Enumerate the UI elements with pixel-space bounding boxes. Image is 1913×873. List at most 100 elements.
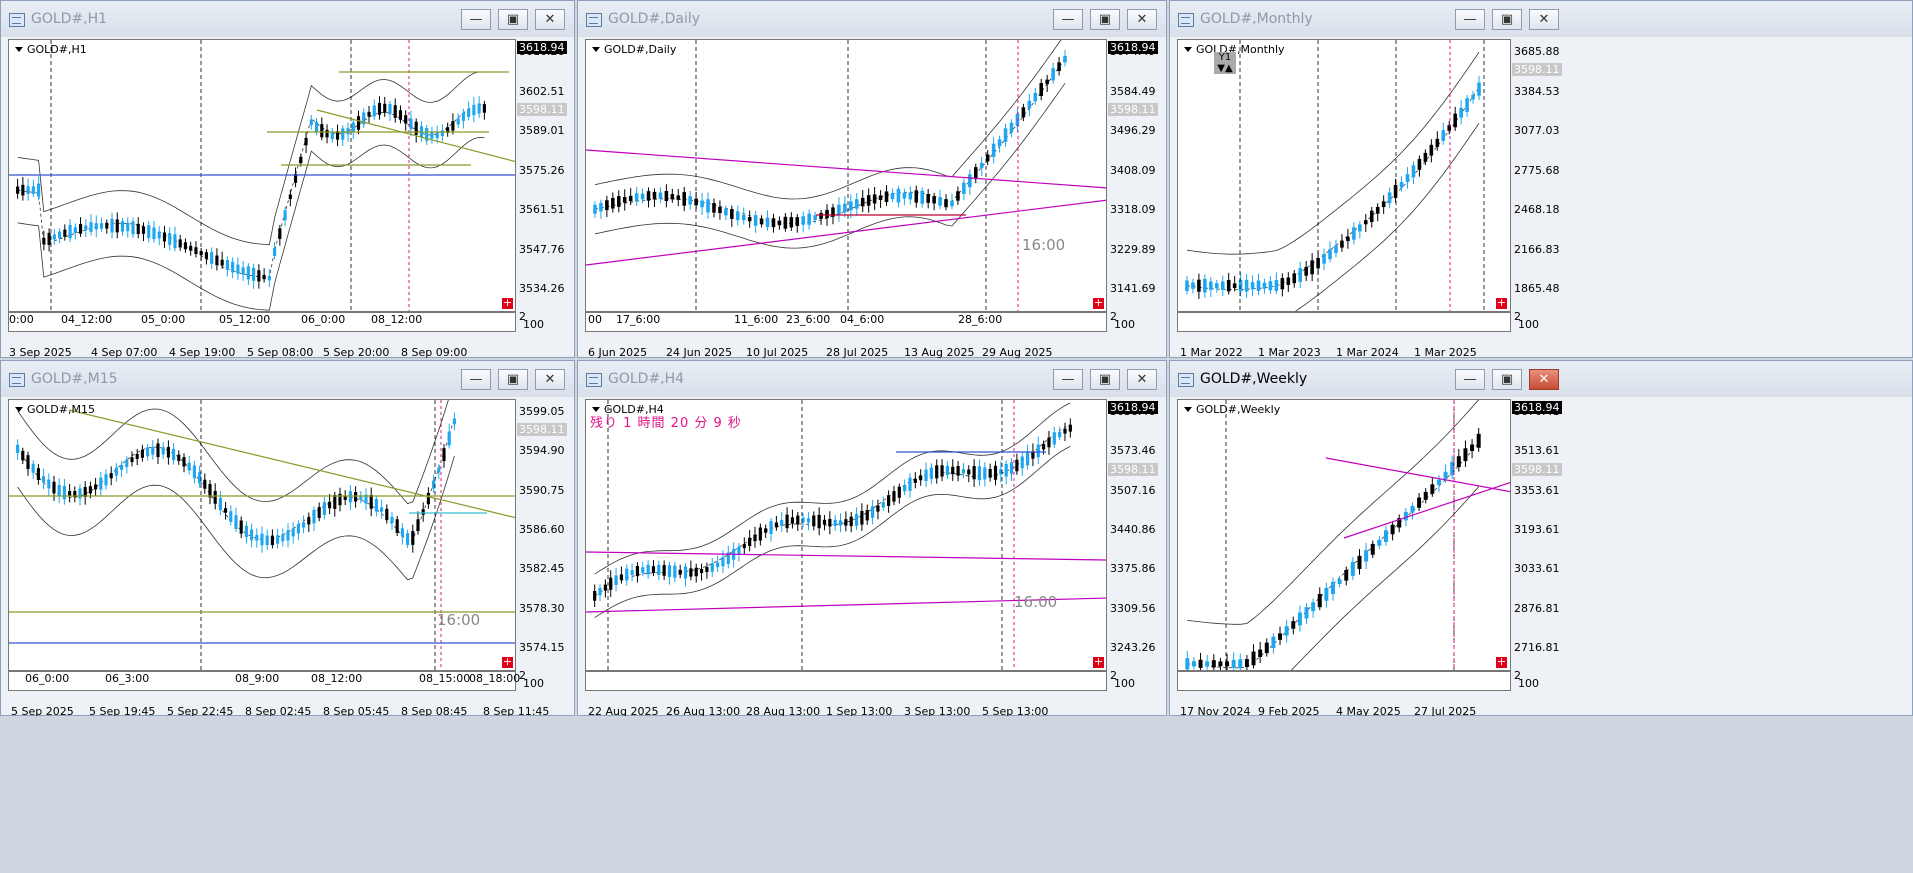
maximize-button[interactable]: ▣ xyxy=(1492,9,1522,30)
one-click-trading-icon[interactable]: + xyxy=(1093,656,1104,668)
one-click-trading-icon[interactable]: + xyxy=(1496,297,1507,309)
indicator-y1[interactable]: Y1 ▼▲ xyxy=(1214,52,1236,74)
candle-body xyxy=(1025,452,1030,466)
title-bar[interactable]: GOLD#,H1 — ▣ ✕ xyxy=(1,1,574,37)
minimize-button[interactable]: — xyxy=(461,369,491,390)
one-click-trading-icon[interactable]: + xyxy=(1093,297,1104,309)
candle-body xyxy=(1441,130,1446,141)
trend-line[interactable] xyxy=(1325,457,1511,493)
candle-body xyxy=(908,477,912,491)
sub-window-scale-min: 100 xyxy=(1518,318,1539,331)
time-axis-label: 24 Jun 2025 xyxy=(666,346,733,359)
title-bar[interactable]: GOLD#,Daily — ▣ ✕ xyxy=(578,1,1166,37)
minimize-button[interactable]: — xyxy=(1053,9,1083,30)
price-axis-label: 3578.30 xyxy=(519,601,565,615)
one-click-trading-icon[interactable]: + xyxy=(502,297,513,309)
candle-body xyxy=(416,519,420,531)
chart-window-weekly[interactable]: GOLD#,Weekly — ▣ ✕ GOLD#,Weekly + 3670.4… xyxy=(1169,360,1913,718)
candle-body xyxy=(1185,280,1189,291)
maximize-button[interactable]: ▣ xyxy=(498,9,528,30)
maximize-button[interactable]: ▣ xyxy=(1090,369,1120,390)
price-chart[interactable]: GOLD#,Monthly Y1 ▼▲ + xyxy=(1177,39,1511,312)
candle-body xyxy=(688,196,692,205)
sub-window[interactable] xyxy=(1177,671,1511,691)
ask-price-label: 3598.11 xyxy=(1512,63,1562,76)
maximize-button[interactable]: ▣ xyxy=(1492,369,1522,390)
one-click-trading-icon[interactable]: + xyxy=(502,656,513,668)
trend-line[interactable] xyxy=(316,109,516,163)
candle-body xyxy=(1369,210,1374,222)
candle-body xyxy=(146,447,150,457)
window-title: GOLD#,H4 xyxy=(608,371,685,387)
close-button[interactable]: ✕ xyxy=(1529,9,1559,30)
price-axis-label: 3573.46 xyxy=(1110,444,1156,458)
candle-body xyxy=(281,534,285,542)
close-button[interactable]: ✕ xyxy=(1529,369,1559,390)
candle-body xyxy=(1232,283,1237,289)
candle-body xyxy=(1004,463,1008,477)
title-bar[interactable]: GOLD#,M15 — ▣ ✕ xyxy=(1,361,574,397)
minimize-button[interactable]: — xyxy=(1053,369,1083,390)
price-chart[interactable]: GOLD#,M15 16:00 + xyxy=(8,399,516,671)
trend-line[interactable] xyxy=(586,551,1107,561)
candle-body xyxy=(812,515,816,527)
candle-body xyxy=(988,469,992,478)
candle-body xyxy=(769,521,773,534)
candle-body xyxy=(897,486,901,498)
candle-body xyxy=(157,231,161,239)
close-button[interactable]: ✕ xyxy=(1127,369,1157,390)
chart-window-h4[interactable]: GOLD#,H4 — ▣ ✕ GOLD#,H4 残り 1 時間 20 分 9 秒… xyxy=(577,360,1167,718)
price-chart[interactable]: GOLD#,H1 + xyxy=(8,39,516,312)
price-chart[interactable]: GOLD#,Daily 16:00 + xyxy=(585,39,1107,312)
minimize-button[interactable]: — xyxy=(461,9,491,30)
title-bar[interactable]: GOLD#,Monthly — ▣ ✕ xyxy=(1170,1,1912,37)
candle-body xyxy=(956,465,960,476)
candle-body xyxy=(406,533,410,545)
price-chart[interactable]: GOLD#,Weekly + xyxy=(1177,399,1511,671)
chart-window-monthly[interactable]: GOLD#,Monthly — ▣ ✕ GOLD#,Monthly Y1 ▼▲ +… xyxy=(1169,0,1913,359)
candle-body xyxy=(914,190,919,203)
close-button[interactable]: ✕ xyxy=(1127,9,1157,30)
ask-price-label: 3598.11 xyxy=(517,103,567,116)
trend-line[interactable] xyxy=(1343,482,1511,539)
candle-body xyxy=(36,468,40,480)
time-axis-label: 4 Sep 07:00 xyxy=(91,346,158,359)
trend-line[interactable] xyxy=(586,149,1107,189)
price-chart[interactable]: GOLD#,H4 残り 1 時間 20 分 9 秒 16:00 + xyxy=(585,399,1107,671)
candle-body xyxy=(961,469,966,474)
candle-body xyxy=(328,501,332,509)
candle-body xyxy=(1477,82,1481,96)
candle-body xyxy=(409,118,413,130)
candle-body xyxy=(1214,283,1219,289)
chart-window-h1[interactable]: GOLD#,H1 — ▣ ✕ GOLD#,H1 + 3616.263602.51… xyxy=(0,0,575,359)
one-click-trading-icon[interactable]: + xyxy=(1496,656,1507,668)
candle-body xyxy=(1220,281,1225,290)
candle-body xyxy=(1027,100,1032,109)
minimize-button[interactable]: — xyxy=(1455,369,1485,390)
candle-body xyxy=(255,534,259,541)
title-bar[interactable]: GOLD#,H4 — ▣ ✕ xyxy=(578,361,1166,397)
candle-body xyxy=(753,215,758,226)
close-button[interactable]: ✕ xyxy=(535,369,565,390)
price-axis-label: 3309.56 xyxy=(1110,601,1156,615)
candle-body xyxy=(748,537,752,547)
candle-body xyxy=(21,184,25,196)
chart-window-daily[interactable]: GOLD#,Daily — ▣ ✕ GOLD#,Daily 16:00 + 36… xyxy=(577,0,1167,359)
candle-body xyxy=(619,574,623,580)
chart-window-m15[interactable]: GOLD#,M15 — ▣ ✕ GOLD#,M15 16:00 + 3599.0… xyxy=(0,360,575,718)
candle-body xyxy=(1205,661,1210,667)
title-bar[interactable]: GOLD#,Weekly — ▣ ✕ xyxy=(1170,361,1912,397)
sub-window[interactable] xyxy=(585,671,1107,691)
candle-body xyxy=(983,467,987,480)
close-button[interactable]: ✕ xyxy=(535,9,565,30)
maximize-button[interactable]: ▣ xyxy=(498,369,528,390)
candle-body xyxy=(935,465,939,479)
candle-body xyxy=(920,190,925,204)
candle-body xyxy=(1471,94,1475,100)
chart-window-icon xyxy=(586,13,602,27)
candle-body xyxy=(130,457,134,463)
candle-body xyxy=(699,568,704,574)
sub-window[interactable] xyxy=(1177,312,1511,332)
minimize-button[interactable]: — xyxy=(1455,9,1485,30)
maximize-button[interactable]: ▣ xyxy=(1090,9,1120,30)
